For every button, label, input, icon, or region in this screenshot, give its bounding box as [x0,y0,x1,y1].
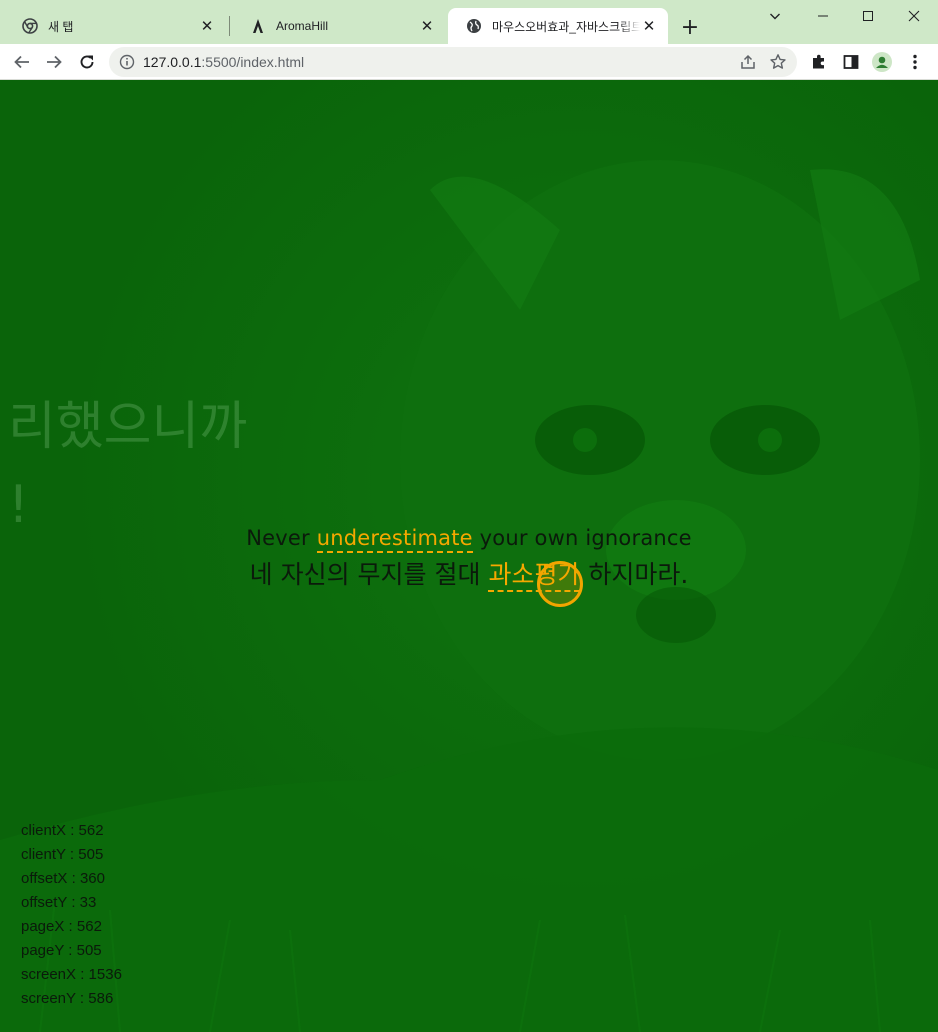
tab-title: AromaHill [276,19,329,33]
tab-close-icon[interactable]: ✕ [640,17,658,35]
side-panel-icon[interactable] [841,52,861,72]
more-menu-icon[interactable] [905,52,925,72]
tab-strip: 새 탭 ✕ AromaHill ✕ 마우스오버효과_자바스크립트 ✕ + [0,0,938,44]
quote-ko-after: 하지마라. [580,560,689,589]
new-tab-button[interactable]: + [677,14,703,40]
coord-offsety: offsetY : 33 [21,894,97,911]
aromahill-icon [250,18,266,34]
browser-toolbar: 127.0.0.1:5500/index.html [0,44,938,80]
chrome-icon [22,18,38,34]
quote-en-before: Never [246,526,317,550]
extensions-puzzle-icon[interactable] [809,52,829,72]
quote-ko-before: 네 자신의 무지를 절대 [249,560,489,589]
bookmark-star-icon[interactable] [769,53,787,71]
share-icon[interactable] [739,53,757,71]
quote-korean: 네 자신의 무지를 절대 과소평가 하지마라. [0,556,938,594]
window-close-icon[interactable] [891,2,937,30]
browser-window: 새 탭 ✕ AromaHill ✕ 마우스오버효과_자바스크립트 ✕ + 127… [0,0,938,1032]
tab-new-tab[interactable]: 새 탭 ✕ [4,8,226,44]
tab-close-icon[interactable]: ✕ [418,17,436,35]
tab-close-icon[interactable]: ✕ [198,17,216,35]
minimize-icon[interactable] [800,2,846,30]
coord-clientx: clientX : 562 [21,822,104,839]
mouse-coordinates-panel: clientX : 562 clientY : 505 offsetX : 36… [21,819,122,1011]
quote-en-after: your own ignorance [472,526,692,550]
coord-pagey: pageY : 505 [21,942,102,959]
back-arrow-icon[interactable] [9,49,35,75]
profile-avatar-icon[interactable] [872,52,892,72]
forward-arrow-icon[interactable] [41,49,67,75]
tab-mouseover-effect[interactable]: 마우스오버효과_자바스크립트 ✕ [448,8,668,44]
coord-offsetx: offsetX : 360 [21,870,105,887]
mouse-follower-circle [537,561,583,607]
url-text: 127.0.0.1:5500/index.html [143,54,304,70]
tab-title: 새 탭 [48,19,74,34]
reload-icon[interactable] [74,49,100,75]
url-path: :5500/index.html [201,54,305,70]
tab-separator [229,16,230,36]
coord-screeny: screenY : 586 [21,990,114,1007]
maximize-icon[interactable] [845,2,891,30]
address-bar[interactable]: 127.0.0.1:5500/index.html [109,47,797,77]
globe-icon [466,18,482,34]
url-host: 127.0.0.1 [143,54,202,70]
coord-pagex: pageX : 562 [21,918,102,935]
tab-title: 마우스오버효과_자바스크립트 [492,19,640,34]
quote-block: Never underestimate your own ignorance 네… [0,520,938,594]
tab-aromahill[interactable]: AromaHill ✕ [232,8,446,44]
quote-english: Never underestimate your own ignorance [0,520,938,556]
site-info-icon[interactable] [119,54,135,70]
highlight-underestimate[interactable]: underestimate [316,526,473,553]
coord-screenx: screenX : 1536 [21,966,122,983]
coord-clienty: clientY : 505 [21,846,104,863]
tab-search-chevron-down-icon[interactable] [752,2,798,30]
page-viewport: 리했으니까 ! Never underestimate your own ign… [0,80,938,1032]
